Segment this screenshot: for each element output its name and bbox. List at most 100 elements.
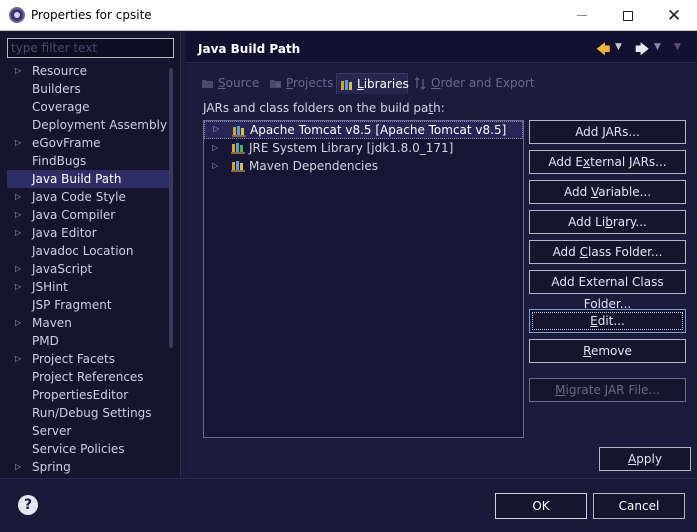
tree-item-label: Java Code Style: [32, 190, 126, 204]
tree-item[interactable]: FindBugs: [7, 152, 169, 170]
tree-item[interactable]: PropertiesEditor: [7, 386, 169, 404]
back-history-dropdown-icon[interactable]: ▼: [615, 42, 622, 52]
window-title: Properties for cpsite: [31, 8, 152, 22]
back-arrow-icon[interactable]: 🡄: [596, 39, 610, 63]
tree-item-label: PMD: [32, 334, 59, 348]
expand-arrow-icon[interactable]: ▷: [15, 62, 21, 80]
close-button[interactable]: ✕: [651, 0, 697, 31]
tree-item-label: Deployment Assembly: [32, 118, 168, 132]
expand-arrow-icon[interactable]: ▷: [15, 260, 21, 278]
library-row[interactable]: ▷ Maven Dependencies: [204, 157, 523, 175]
jre-library-icon: [231, 143, 245, 154]
cancel-button[interactable]: Cancel: [593, 493, 685, 519]
tree-item[interactable]: ▷ JavaScript: [7, 260, 169, 278]
tree-item[interactable]: ▷ Spring: [7, 458, 169, 476]
edit-button[interactable]: Edit...: [529, 309, 686, 333]
tree-item[interactable]: ▷ Java Compiler: [7, 206, 169, 224]
tree-item[interactable]: Service Policies: [7, 440, 169, 458]
add-library-button[interactable]: Add Library...: [529, 210, 686, 234]
tree-item-label: Builders: [32, 82, 81, 96]
library-row[interactable]: ▷ Apache Tomcat v8.5 [Apache Tomcat v8.5]: [204, 121, 523, 139]
eclipse-app-icon: [9, 7, 25, 23]
maximize-icon: [623, 10, 633, 21]
tab-libraries[interactable]: Libraries: [336, 73, 409, 94]
minimize-button[interactable]: [559, 0, 605, 31]
forward-history-dropdown-icon[interactable]: ▼: [654, 42, 661, 52]
tree-item[interactable]: Java Build Path: [7, 170, 169, 188]
filter-input[interactable]: [7, 38, 174, 58]
projects-icon: [270, 80, 281, 88]
tab-projects[interactable]: Projects: [266, 73, 334, 94]
tree-item-label: Coverage: [32, 100, 90, 114]
expand-arrow-icon[interactable]: ▷: [15, 314, 21, 332]
libraries-icon: [341, 80, 352, 90]
order-export-icon: [414, 77, 426, 90]
expand-arrow-icon[interactable]: ▷: [15, 134, 21, 152]
tree-item[interactable]: PMD: [7, 332, 169, 350]
tree-item[interactable]: Server: [7, 422, 169, 440]
library-icon: [232, 126, 246, 137]
expand-arrow-icon[interactable]: ▷: [212, 139, 218, 157]
help-icon[interactable]: ?: [18, 495, 38, 515]
add-class-folder-button[interactable]: Add Class Folder...: [529, 240, 686, 264]
tree-item[interactable]: Javadoc Location: [7, 242, 169, 260]
libraries-tree[interactable]: ▷ Apache Tomcat v8.5 [Apache Tomcat v8.5]…: [203, 120, 524, 438]
add-external-jars-button[interactable]: Add External JARs...: [529, 150, 686, 174]
expand-arrow-icon[interactable]: ▷: [15, 188, 21, 206]
tree-item-label: Resource: [32, 64, 88, 78]
tree-item-label: Java Build Path: [32, 172, 122, 186]
tree-item-label: Spring: [32, 460, 71, 474]
remove-button[interactable]: Remove: [529, 339, 686, 363]
section-label: JARs and class folders on the build path…: [203, 101, 445, 115]
expand-arrow-icon[interactable]: ▷: [15, 278, 21, 296]
tree-item-label: Run/Debug Settings: [32, 406, 152, 420]
library-label: Apache Tomcat v8.5 [Apache Tomcat v8.5]: [250, 123, 507, 137]
tree-item[interactable]: Project References: [7, 368, 169, 386]
apply-button[interactable]: Apply: [599, 447, 691, 471]
tree-item-label: Project References: [32, 370, 144, 384]
tree-item[interactable]: Deployment Assembly: [7, 116, 169, 134]
tree-scrollbar[interactable]: [169, 68, 173, 348]
expand-arrow-icon[interactable]: ▷: [212, 157, 218, 175]
expand-arrow-icon[interactable]: ▷: [213, 121, 219, 137]
title-bar: Properties for cpsite ✕: [0, 0, 697, 31]
tree-item-label: Java Editor: [32, 226, 97, 240]
dialog-footer: ? OK Cancel: [0, 478, 697, 532]
expand-arrow-icon[interactable]: ▷: [15, 350, 21, 368]
tree-item[interactable]: ▷ Java Code Style: [7, 188, 169, 206]
library-label: Maven Dependencies: [249, 159, 379, 173]
tree-item[interactable]: Builders: [7, 80, 169, 98]
ok-button[interactable]: OK: [495, 493, 587, 519]
add-external-class-folder-button[interactable]: Add External Class Folder...: [529, 270, 686, 311]
tree-item[interactable]: ▷ Project Facets: [7, 350, 169, 368]
tree-item-label: JSHint: [32, 280, 68, 294]
forward-arrow-icon[interactable]: 🡆: [635, 39, 649, 63]
library-label: JRE System Library [jdk1.8.0_171]: [249, 141, 454, 155]
property-page: Java Build Path 🡄 ▼ 🡆 ▼ ▼ Source Project…: [186, 31, 697, 478]
tree-item-label: Project Facets: [32, 352, 115, 366]
tree-item[interactable]: Run/Debug Settings: [7, 404, 169, 422]
tree-item[interactable]: ▷ JSHint: [7, 278, 169, 296]
view-menu-icon[interactable]: ▼: [674, 42, 681, 52]
tree-item-label: JavaScript: [32, 262, 93, 276]
source-folder-icon: [202, 80, 213, 88]
expand-arrow-icon[interactable]: ▷: [15, 458, 21, 476]
tree-item[interactable]: JSP Fragment: [7, 296, 169, 314]
minimize-icon: [577, 15, 587, 16]
tab-order-and-export[interactable]: Order and Export: [411, 73, 536, 94]
tree-item[interactable]: ▷ Resource: [7, 62, 169, 80]
expand-arrow-icon[interactable]: ▷: [15, 206, 21, 224]
tree-item-label: eGovFrame: [32, 136, 101, 150]
tree-item[interactable]: Coverage: [7, 98, 169, 116]
expand-arrow-icon[interactable]: ▷: [15, 224, 21, 242]
library-row[interactable]: ▷ JRE System Library [jdk1.8.0_171]: [204, 139, 523, 157]
tree-item[interactable]: ▷ Java Editor: [7, 224, 169, 242]
tab-source[interactable]: Source: [198, 73, 262, 94]
tree-item[interactable]: ▷ Maven: [7, 314, 169, 332]
tree-item[interactable]: ▷ eGovFrame: [7, 134, 169, 152]
add-jars-button[interactable]: Add JARs...: [529, 120, 686, 144]
add-variable-button[interactable]: Add Variable...: [529, 180, 686, 204]
preferences-tree-pane: ▷ Resource Builders Coverage Deployment Asse…: [0, 31, 181, 478]
build-path-tabs: Source Projects Libraries Order and Expo…: [198, 73, 535, 94]
maximize-button[interactable]: [605, 0, 651, 31]
